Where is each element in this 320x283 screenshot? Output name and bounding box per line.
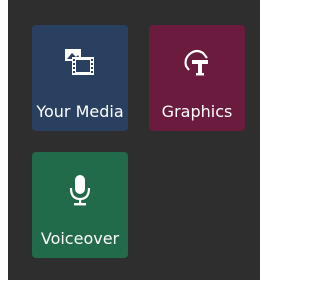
voiceover-tile[interactable]: Voiceover bbox=[32, 152, 128, 258]
voiceover-label: Voiceover bbox=[40, 229, 120, 248]
graphics-icon bbox=[149, 43, 245, 83]
microphone-icon bbox=[32, 170, 128, 210]
your-media-tile[interactable]: Your Media bbox=[32, 25, 128, 131]
your-media-label: Your Media bbox=[36, 102, 124, 121]
graphics-tile[interactable]: Graphics bbox=[149, 25, 245, 131]
media-icon bbox=[32, 43, 128, 83]
graphics-label: Graphics bbox=[161, 102, 233, 121]
